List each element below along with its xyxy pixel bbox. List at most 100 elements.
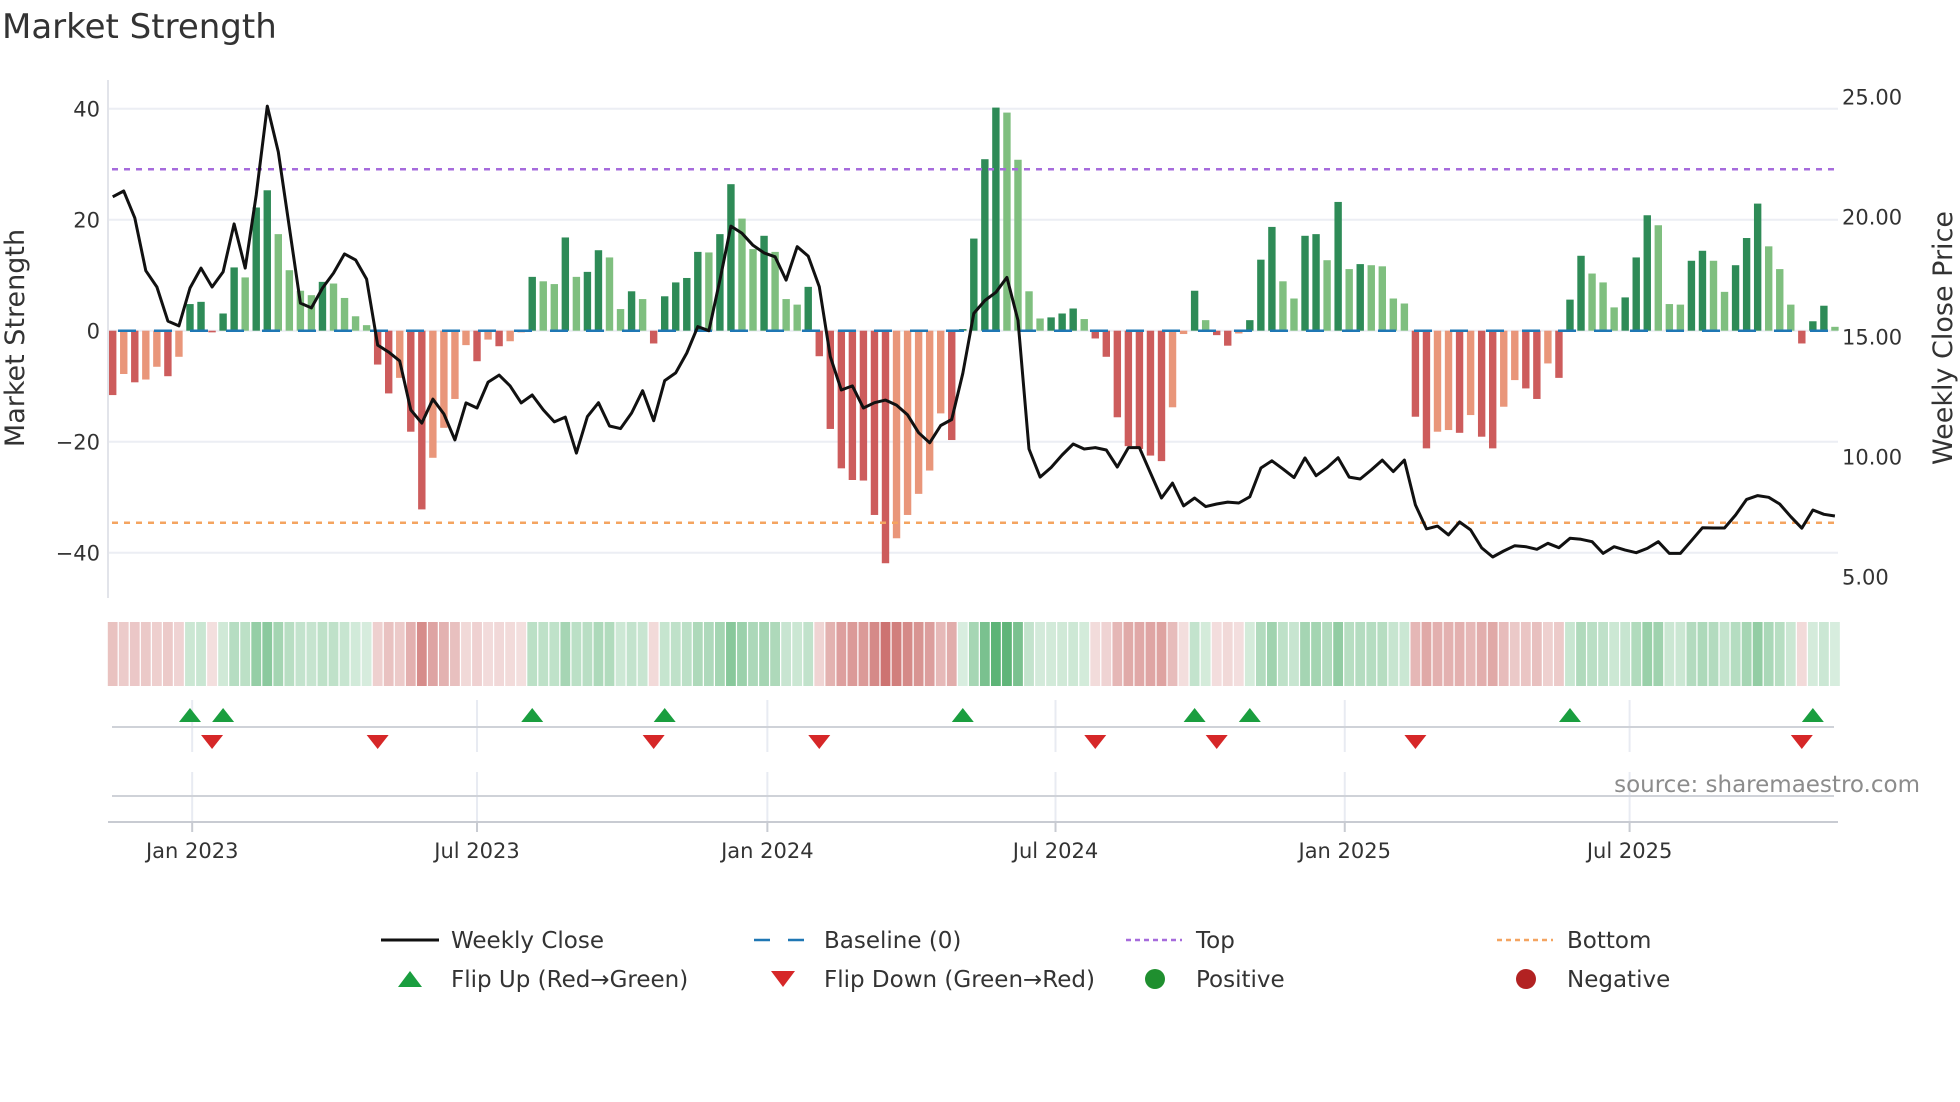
right-tick-label: 10.00 bbox=[1842, 446, 1902, 470]
strength-bar bbox=[1820, 305, 1828, 331]
strip-cell bbox=[1002, 622, 1012, 686]
strength-bar bbox=[1809, 321, 1817, 331]
strength-bar bbox=[793, 304, 801, 331]
strip-cell bbox=[659, 622, 670, 686]
strength-bar bbox=[1776, 269, 1784, 331]
strip-cell bbox=[814, 622, 825, 686]
strength-bar bbox=[892, 330, 901, 539]
right-tick-label: 20.00 bbox=[1842, 206, 1902, 230]
strip-cell bbox=[1244, 622, 1255, 686]
strength-bar bbox=[1477, 330, 1486, 437]
strip-cell bbox=[1355, 622, 1366, 686]
strip-cell bbox=[273, 622, 284, 686]
strip-cell bbox=[1046, 622, 1056, 686]
strip-cell bbox=[1830, 622, 1840, 686]
left-tick-label: 0 bbox=[87, 320, 100, 344]
strength-bar bbox=[1687, 260, 1696, 331]
strip-cell bbox=[405, 622, 416, 686]
strength-bar bbox=[1323, 260, 1331, 331]
strength-heat-strip bbox=[107, 622, 1840, 686]
right-tick-label: 15.00 bbox=[1842, 326, 1902, 350]
strength-bar bbox=[1566, 299, 1574, 331]
strip-cell bbox=[262, 622, 273, 686]
strength-bar bbox=[1257, 259, 1265, 331]
flip-up-marker bbox=[521, 708, 544, 722]
reference-lines bbox=[112, 167, 1834, 524]
strength-bar bbox=[495, 330, 503, 347]
strip-cell bbox=[251, 622, 262, 686]
strength-bar bbox=[1676, 304, 1685, 331]
strength-bar bbox=[1080, 319, 1088, 331]
strength-bar bbox=[1400, 303, 1409, 331]
strength-bar bbox=[385, 330, 393, 394]
strength-bar bbox=[1466, 330, 1475, 416]
left-axis: 40 20 0 −20 −40 bbox=[56, 98, 100, 566]
strip-cell bbox=[185, 622, 195, 686]
strength-bar bbox=[1389, 298, 1398, 331]
strength-bar bbox=[131, 330, 139, 383]
x-axis: Jan 2023 Jul 2023 Jan 2024 Jul 2024 Jan 2025… bbox=[108, 821, 1838, 863]
strip-cell bbox=[715, 622, 725, 686]
strip-cell bbox=[383, 622, 394, 686]
strip-cell bbox=[494, 622, 504, 686]
strip-cell bbox=[416, 622, 427, 686]
strip-cell bbox=[140, 622, 151, 686]
chart-title: Market Strength bbox=[2, 7, 277, 47]
strength-bar bbox=[1058, 313, 1066, 331]
strength-bar bbox=[1632, 257, 1640, 331]
x-tick-label: Jul 2025 bbox=[1585, 839, 1672, 863]
strength-bar bbox=[451, 330, 459, 399]
strip-cell bbox=[1631, 622, 1642, 686]
x-tick-label: Jul 2024 bbox=[1011, 839, 1098, 863]
strip-cell bbox=[604, 622, 615, 686]
strength-bar bbox=[1665, 304, 1674, 331]
flip-up-marker bbox=[951, 708, 974, 722]
strip-cell bbox=[129, 622, 140, 686]
strip-cell bbox=[527, 622, 538, 686]
strength-bar bbox=[1102, 330, 1110, 357]
strength-bar bbox=[1555, 330, 1563, 378]
legend-label: Flip Down (Green→Red) bbox=[824, 967, 1095, 993]
strength-bar bbox=[992, 107, 1000, 331]
strip-cell bbox=[1366, 622, 1377, 686]
strip-cell bbox=[350, 622, 361, 686]
strip-cell bbox=[361, 622, 372, 686]
strength-bar bbox=[1224, 330, 1232, 346]
strip-cell bbox=[560, 622, 571, 686]
strip-cell bbox=[957, 622, 968, 686]
strip-cell bbox=[118, 622, 129, 686]
strength-bar bbox=[1444, 330, 1453, 431]
strength-bar bbox=[528, 276, 536, 331]
flip-markers-panel bbox=[112, 700, 1834, 822]
strength-bar bbox=[1544, 330, 1552, 364]
strip-cell bbox=[240, 622, 251, 686]
strip-cell bbox=[1322, 622, 1332, 686]
strength-bar bbox=[1610, 307, 1618, 331]
strip-cell bbox=[1211, 622, 1222, 686]
strip-cell bbox=[1267, 622, 1277, 686]
gridlines bbox=[107, 80, 1838, 598]
strength-bar bbox=[1511, 330, 1519, 381]
strength-bar bbox=[683, 277, 691, 331]
strength-bar bbox=[208, 330, 216, 333]
x-tick-label: Jan 2024 bbox=[719, 839, 814, 863]
strength-bar bbox=[429, 330, 437, 458]
strip-cell bbox=[516, 622, 527, 686]
strip-cell bbox=[295, 622, 306, 686]
strip-cell bbox=[1741, 622, 1752, 686]
strength-bar bbox=[815, 330, 823, 357]
strength-bar bbox=[1753, 203, 1762, 331]
strength-bar bbox=[1334, 201, 1342, 331]
strip-cell bbox=[1068, 622, 1079, 686]
strip-cell bbox=[681, 622, 692, 686]
strength-bar bbox=[627, 291, 636, 331]
strength-bar bbox=[594, 250, 603, 331]
strip-cell bbox=[703, 622, 714, 686]
strip-cell bbox=[1178, 622, 1189, 686]
strip-cell bbox=[306, 622, 317, 686]
flip-down-marker bbox=[642, 735, 665, 749]
strip-cell bbox=[759, 622, 769, 686]
strength-bar bbox=[153, 330, 161, 367]
strength-bar bbox=[1742, 238, 1751, 331]
strength-bar bbox=[1345, 269, 1353, 331]
